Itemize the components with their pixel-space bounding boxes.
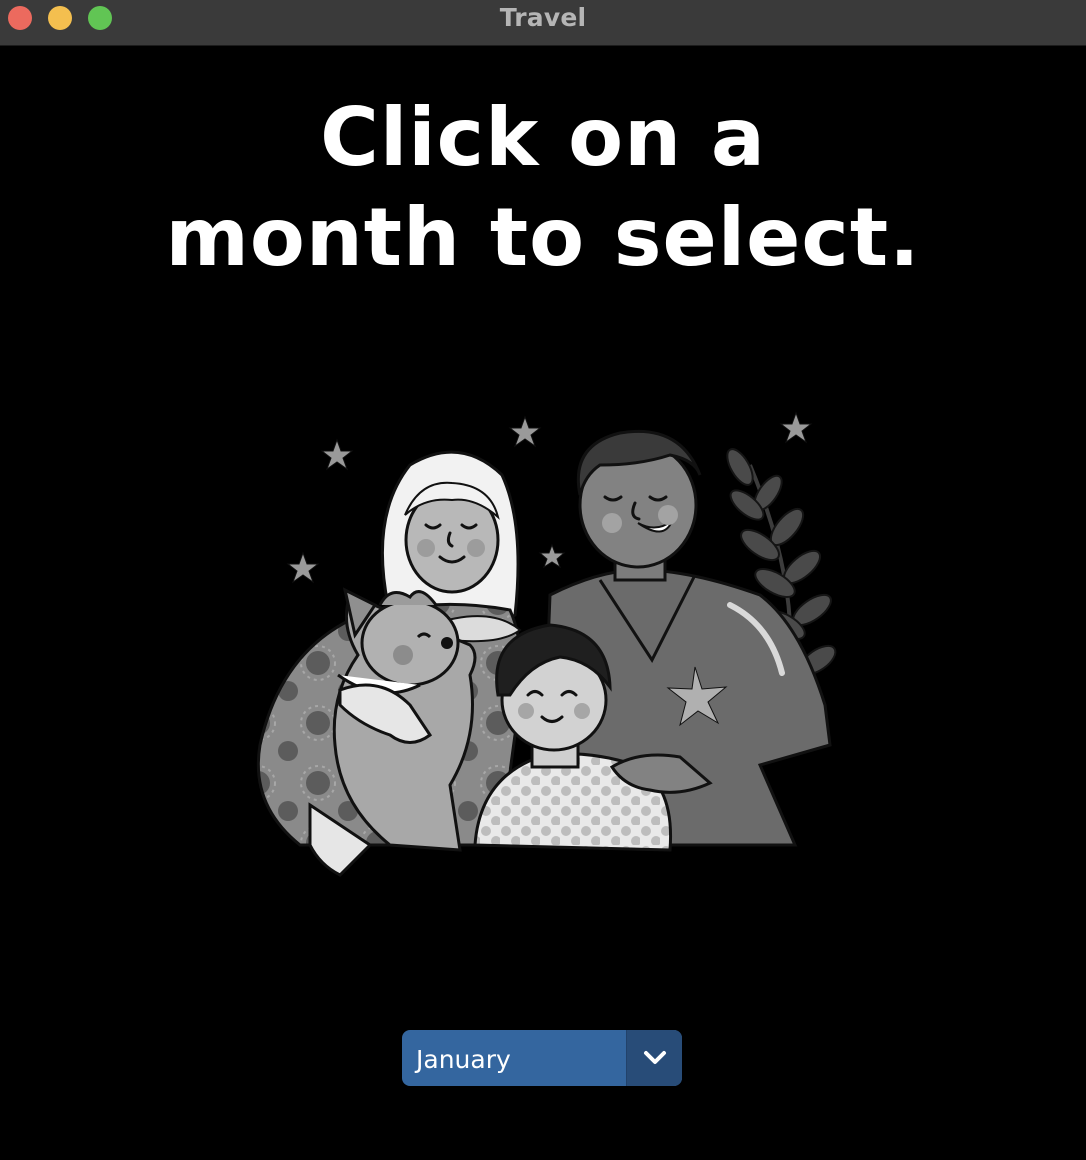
month-select-toggle[interactable]	[626, 1030, 682, 1086]
app-window: Travel Click on a month to select. Janua…	[0, 0, 1086, 1160]
chevron-down-icon	[644, 1051, 666, 1064]
family-with-dog-illustration	[256, 411, 837, 877]
page-heading: Click on a month to select.	[0, 88, 1086, 288]
heading-line-2: month to select.	[165, 191, 921, 284]
title-bar[interactable]: Travel	[0, 0, 1086, 46]
month-select[interactable]: January	[402, 1030, 682, 1086]
month-select-value: January	[416, 1045, 511, 1074]
window-title: Travel	[499, 3, 587, 32]
heading-line-1: Click on a	[320, 91, 766, 184]
